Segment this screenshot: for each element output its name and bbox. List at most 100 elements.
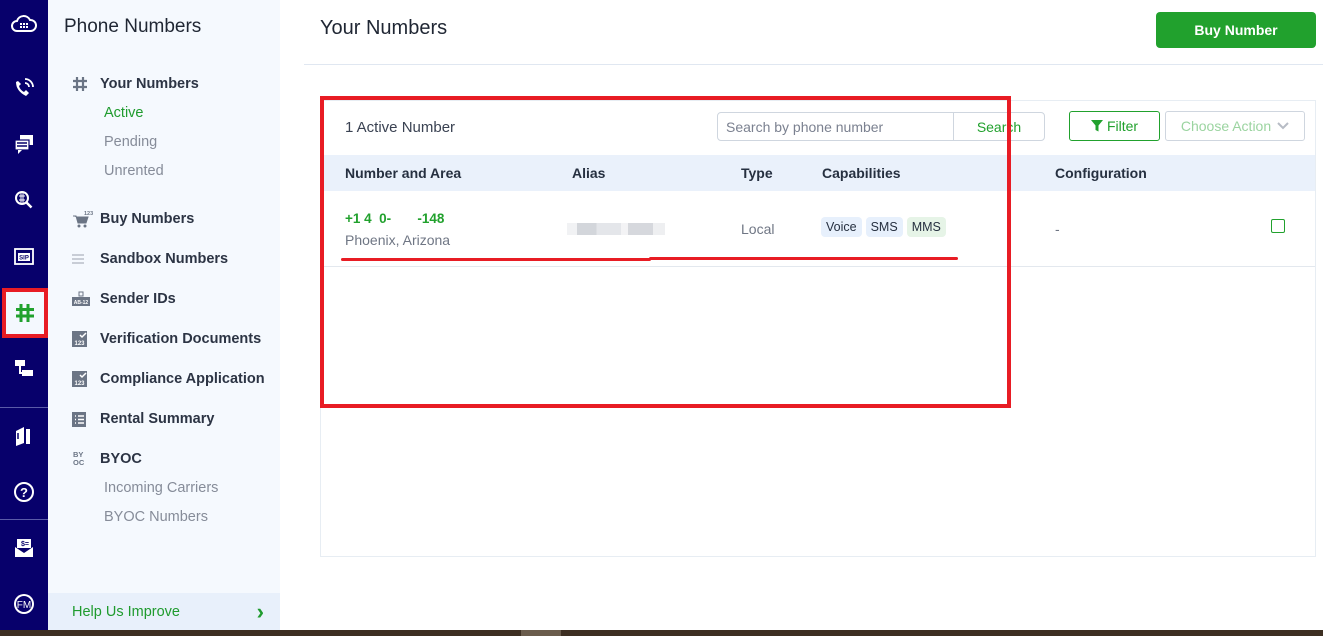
nav-sub-byoc-numbers[interactable]: BYOC Numbers [104, 509, 208, 525]
nav-item-compliance-application[interactable]: 123 Compliance Application [72, 370, 265, 388]
nav-item-sender-ids[interactable]: AB-12 Sender IDs [72, 290, 176, 308]
capability-badge-voice: Voice [821, 217, 862, 237]
rail-item-docs[interactable] [0, 412, 48, 460]
phone-number-link[interactable]: +1 4 0- -148 [345, 211, 444, 226]
numbers-card: 1 Active Number Search Filter Choose Act… [320, 100, 1316, 557]
nav-item-sandbox-numbers[interactable]: Sandbox Numbers [72, 250, 228, 268]
document-check-icon: 123 [72, 330, 94, 348]
page-title: Your Numbers [320, 17, 448, 39]
list-box-icon [72, 410, 94, 428]
rail-item-sip[interactable]: SIP [0, 232, 48, 280]
svg-text:AB-12: AB-12 [74, 300, 89, 306]
svg-text:?: ? [20, 485, 28, 500]
nav-item-label: Rental Summary [100, 411, 215, 427]
column-capabilities: Capabilities [822, 165, 901, 181]
capability-badge-sms: SMS [865, 217, 903, 237]
taskbar-strip [0, 630, 1323, 636]
nav-item-byoc[interactable]: BY OC BYOC [72, 450, 142, 468]
search-button[interactable]: Search [953, 112, 1045, 141]
nav-item-label: Verification Documents [100, 331, 262, 347]
column-alias: Alias [572, 165, 606, 181]
global-search-icon [15, 191, 33, 209]
rail-item-home[interactable] [0, 0, 48, 48]
nav-sub-incoming-carriers[interactable]: Incoming Carriers [104, 480, 218, 496]
phone-numbers-nav: Phone Numbers Your Numbers Active Pendin… [48, 0, 280, 630]
capability-badge-mms: MMS [906, 217, 946, 237]
column-configuration: Configuration [1055, 165, 1147, 181]
nav-item-verification-documents[interactable]: 123 Verification Documents [72, 330, 261, 348]
rail-item-lookup[interactable] [0, 176, 48, 224]
cart-icon: 123 [72, 210, 94, 228]
rail-divider [0, 407, 48, 408]
taskbar-marker [521, 630, 561, 636]
flow-icon [15, 360, 33, 376]
column-type: Type [741, 165, 773, 181]
svg-text:OC: OC [73, 458, 85, 467]
nav-item-buy-numbers[interactable]: 123 Buy Numbers [72, 210, 194, 228]
billing-mail-icon: $= [15, 539, 33, 557]
configuration-value: - [1055, 221, 1060, 237]
nav-sub-active[interactable]: Active [104, 105, 144, 121]
type-value: Local [741, 221, 775, 237]
choose-action-label: Choose Action [1180, 118, 1272, 134]
filter-label: Filter [1106, 118, 1139, 134]
document-check-icon: 123 [72, 370, 94, 388]
funnel-icon [1090, 120, 1103, 132]
nav-item-label: Compliance Application [100, 371, 265, 387]
area-label: Phoenix, Arizona [345, 232, 451, 248]
messages-icon [14, 135, 33, 154]
list-icon [72, 250, 94, 268]
rail-item-numbers[interactable] [2, 288, 48, 338]
byoc-icon: BY OC [72, 450, 94, 468]
table-row: +1 4 0- -148 Phoenix, Arizona Local Voic… [321, 191, 1315, 267]
hash-icon [16, 304, 34, 322]
choose-action-dropdown[interactable]: Choose Action [1165, 111, 1305, 141]
phone-signal-icon [16, 78, 34, 96]
docs-icon [16, 427, 30, 446]
help-us-improve-link[interactable]: Help Us Improve › [48, 593, 280, 630]
nav-item-rental-summary[interactable]: Rental Summary [72, 410, 214, 428]
svg-text:FM: FM [17, 600, 31, 611]
help-label: Help Us Improve [72, 603, 180, 620]
nav-sub-pending[interactable]: Pending [104, 134, 157, 150]
rail-item-voice[interactable] [0, 64, 48, 112]
active-count-label: 1 Active Number [345, 119, 456, 136]
filter-button[interactable]: Filter [1069, 111, 1160, 141]
sip-icon: SIP [14, 248, 34, 265]
nav-sub-unrented[interactable]: Unrented [104, 163, 164, 179]
svg-text:123: 123 [74, 381, 85, 387]
svg-text:123: 123 [74, 341, 85, 347]
hash-icon [72, 75, 94, 93]
nav-item-label: Buy Numbers [100, 211, 195, 227]
rail-divider [0, 519, 48, 520]
nav-item-label: Sender IDs [100, 291, 176, 307]
rail-item-account[interactable]: FM [0, 580, 48, 628]
rail-item-help[interactable]: ? [0, 468, 48, 516]
row-select-checkbox[interactable] [1271, 219, 1285, 233]
svg-text:123: 123 [84, 211, 93, 217]
nav-item-label: Sandbox Numbers [100, 251, 229, 267]
capabilities-badges: Voice SMS MMS [821, 217, 946, 237]
cloud-grid-icon [11, 15, 37, 32]
annotation-underline [649, 257, 958, 260]
alias-redacted [567, 223, 665, 235]
fm-icon: FM [14, 594, 34, 614]
chevron-right-icon: › [256, 598, 264, 624]
sender-id-icon: AB-12 [72, 290, 94, 308]
nav-title: Phone Numbers [64, 16, 202, 37]
nav-item-label: Your Numbers [100, 76, 199, 92]
nav-item-your-numbers[interactable]: Your Numbers [72, 75, 199, 93]
rail-item-messaging[interactable] [0, 120, 48, 168]
buy-number-button[interactable]: Buy Number [1156, 12, 1316, 48]
phone-search-input[interactable] [717, 112, 955, 141]
table-header: Number and Area Alias Type Capabilities … [321, 155, 1315, 191]
header-divider [304, 64, 1323, 65]
svg-text:SIP: SIP [19, 256, 29, 262]
column-number-area: Number and Area [345, 165, 462, 181]
icon-rail: SIP ? $= FM [0, 0, 48, 630]
annotation-underline [341, 258, 651, 261]
rail-item-flows[interactable] [0, 344, 48, 392]
chevron-down-icon [1277, 122, 1289, 130]
rail-item-billing[interactable]: $= [0, 524, 48, 572]
svg-text:$=: $= [21, 541, 29, 548]
